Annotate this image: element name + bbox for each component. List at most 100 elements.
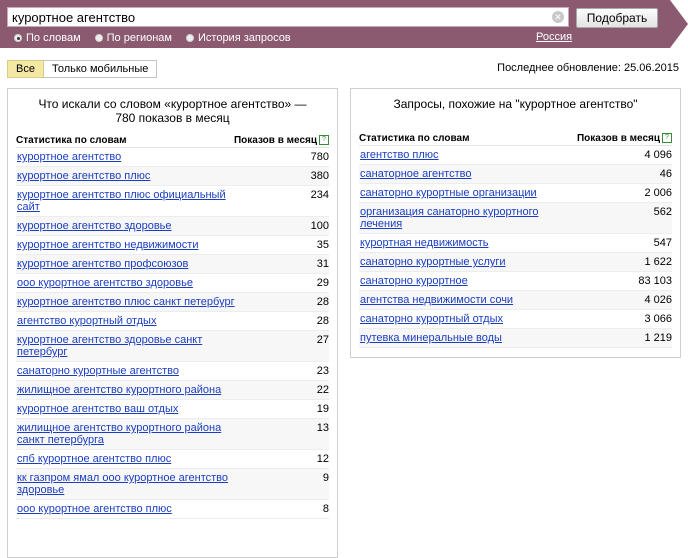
- find-button[interactable]: Подобрать: [576, 8, 658, 28]
- words-table: курортное агентство 780 курортное агентств…: [8, 148, 337, 519]
- shows-count: 46: [659, 168, 672, 180]
- table-row: курортное агентство плюс 380: [16, 167, 329, 186]
- query-link[interactable]: курортное агентство ваш отдых: [17, 403, 237, 415]
- search-field-wrapper: ✕: [7, 7, 569, 27]
- search-bar: ✕ Подобрать По словам По регионам Истори…: [0, 0, 688, 48]
- table-row: курортное агентство ваш отдых 19: [16, 400, 329, 419]
- shows-count: 1 622: [644, 256, 672, 268]
- panel-title: Что искали со словом «курортное агентств…: [38, 97, 307, 125]
- shows-count: 547: [653, 237, 672, 249]
- query-link[interactable]: санаторно курортный отдых: [360, 313, 580, 325]
- shows-count: 28: [316, 296, 329, 308]
- shows-count: 12: [316, 453, 329, 465]
- search-mode-group: По словам По регионам История запросов: [14, 31, 291, 45]
- search-input[interactable]: [12, 9, 542, 25]
- table-row: ооо курортное агентство плюс 8: [16, 500, 329, 519]
- mode-label: По регионам: [106, 32, 172, 44]
- mode-by-words[interactable]: По словам: [14, 31, 81, 45]
- table-row: жилищное агентство курортного района сан…: [16, 419, 329, 450]
- query-link[interactable]: курортное агентство недвижимости: [17, 239, 237, 251]
- words-stats-panel: Что искали со словом «курортное агентств…: [7, 88, 338, 558]
- query-link[interactable]: курортное агентство плюс санкт петербург: [17, 296, 237, 308]
- query-link[interactable]: курортное агентство здоровье санкт петер…: [17, 334, 237, 358]
- table-row: курортное агентство плюс официальный сай…: [16, 186, 329, 217]
- query-link[interactable]: ооо курортное агентство плюс: [17, 503, 237, 515]
- table-row: агентство курортный отдых 28: [16, 312, 329, 331]
- shows-count: 780: [310, 151, 329, 163]
- query-link[interactable]: санаторно курортные услуги: [360, 256, 580, 268]
- table-row: курортное агентство здоровье санкт петер…: [16, 331, 329, 362]
- column-shows: Показов в месяц?: [234, 135, 329, 146]
- query-link[interactable]: санаторное агентство: [360, 168, 580, 180]
- mode-query-history[interactable]: История запросов: [186, 31, 291, 45]
- bar-arrow-tip: [670, 0, 688, 48]
- radio-icon[interactable]: [14, 34, 22, 42]
- table-row: курортное агентство 780: [16, 148, 329, 167]
- table-row: кк газпром ямал ооо курортное агентство …: [16, 469, 329, 500]
- query-link[interactable]: курортное агентство профсоюзов: [17, 258, 237, 270]
- table-row: агентство плюс 4 096: [359, 146, 672, 165]
- query-link[interactable]: курортное агентство: [17, 151, 237, 163]
- query-link[interactable]: курортное агентство плюс официальный сай…: [17, 189, 237, 213]
- query-link[interactable]: жилищное агентство курортного района сан…: [17, 422, 237, 446]
- filter-mobile-button[interactable]: Только мобильные: [43, 60, 158, 78]
- query-link[interactable]: курортное агентство плюс: [17, 170, 237, 182]
- table-row: агентства недвижимости сочи 4 026: [359, 291, 672, 310]
- similar-table: агентство плюс 4 096 санаторное агентство 4…: [351, 146, 680, 348]
- table-row: путевка минеральные воды 1 219: [359, 329, 672, 348]
- table-header: Статистика по словам Показов в месяц?: [16, 133, 329, 148]
- table-row: санаторно курортные агентство 23: [16, 362, 329, 381]
- shows-count: 29: [316, 277, 329, 289]
- radio-icon[interactable]: [186, 34, 194, 42]
- region-link[interactable]: Россия: [536, 31, 572, 43]
- query-link[interactable]: санаторно курортное: [360, 275, 580, 287]
- shows-count: 83 103: [638, 275, 672, 287]
- shows-count: 8: [322, 503, 329, 515]
- query-link[interactable]: жилищное агентство курортного района: [17, 384, 237, 396]
- query-link[interactable]: организация санаторно курортного лечения: [360, 206, 580, 230]
- table-row: курортное агентство профсоюзов 31: [16, 255, 329, 274]
- query-link[interactable]: агентство плюс: [360, 149, 580, 161]
- shows-count: 100: [310, 220, 329, 232]
- shows-count: 4 026: [644, 294, 672, 306]
- shows-count: 562: [653, 206, 672, 218]
- query-link[interactable]: курортное агентство здоровье: [17, 220, 237, 232]
- table-row: санаторно курортные организации 2 006: [359, 184, 672, 203]
- shows-count: 234: [310, 189, 329, 201]
- shows-count: 31: [316, 258, 329, 270]
- query-link[interactable]: санаторно курортные организации: [360, 187, 580, 199]
- radio-icon[interactable]: [94, 34, 103, 42]
- shows-count: 380: [310, 170, 329, 182]
- table-row: ооо курортное агентство здоровье 29: [16, 274, 329, 293]
- query-link[interactable]: агентство курортный отдых: [17, 315, 237, 327]
- query-link[interactable]: кк газпром ямал ооо курортное агентство …: [17, 472, 237, 496]
- table-row: организация санаторно курортного лечения…: [359, 203, 672, 234]
- query-link[interactable]: санаторно курортные агентство: [17, 365, 237, 377]
- mode-by-regions[interactable]: По регионам: [94, 31, 172, 45]
- query-link[interactable]: ооо курортное агентство здоровье: [17, 277, 237, 289]
- table-header: Статистика по словам Показов в месяц?: [359, 131, 672, 146]
- column-shows-label: Показов в месяц: [576, 132, 660, 144]
- column-shows: Показов в месяц?: [577, 133, 672, 144]
- column-shows-label: Показов в месяц: [233, 134, 317, 146]
- filter-all-button[interactable]: Все: [7, 60, 44, 78]
- shows-count: 22: [316, 384, 329, 396]
- table-row: санаторно курортное 83 103: [359, 272, 672, 291]
- shows-count: 4 096: [644, 149, 672, 161]
- clear-icon[interactable]: ✕: [552, 11, 564, 23]
- query-link[interactable]: путевка минеральные воды: [360, 332, 580, 344]
- table-row: курортное агентство плюс санкт петербург…: [16, 293, 329, 312]
- table-row: курортная недвижимость 547: [359, 234, 672, 253]
- query-link[interactable]: спб курортное агентство плюс: [17, 453, 237, 465]
- column-words: Статистика по словам: [359, 132, 470, 144]
- shows-count: 27: [316, 334, 329, 346]
- query-link[interactable]: курортная недвижимость: [360, 237, 580, 249]
- help-icon[interactable]: ?: [319, 134, 329, 145]
- shows-count: 9: [322, 472, 329, 484]
- query-link[interactable]: агентства недвижимости сочи: [360, 294, 580, 306]
- help-icon[interactable]: ?: [662, 132, 672, 143]
- mode-label: По словам: [26, 32, 81, 44]
- shows-count: 3 066: [644, 313, 672, 325]
- shows-count: 13: [316, 422, 329, 434]
- mode-label: История запросов: [198, 32, 291, 44]
